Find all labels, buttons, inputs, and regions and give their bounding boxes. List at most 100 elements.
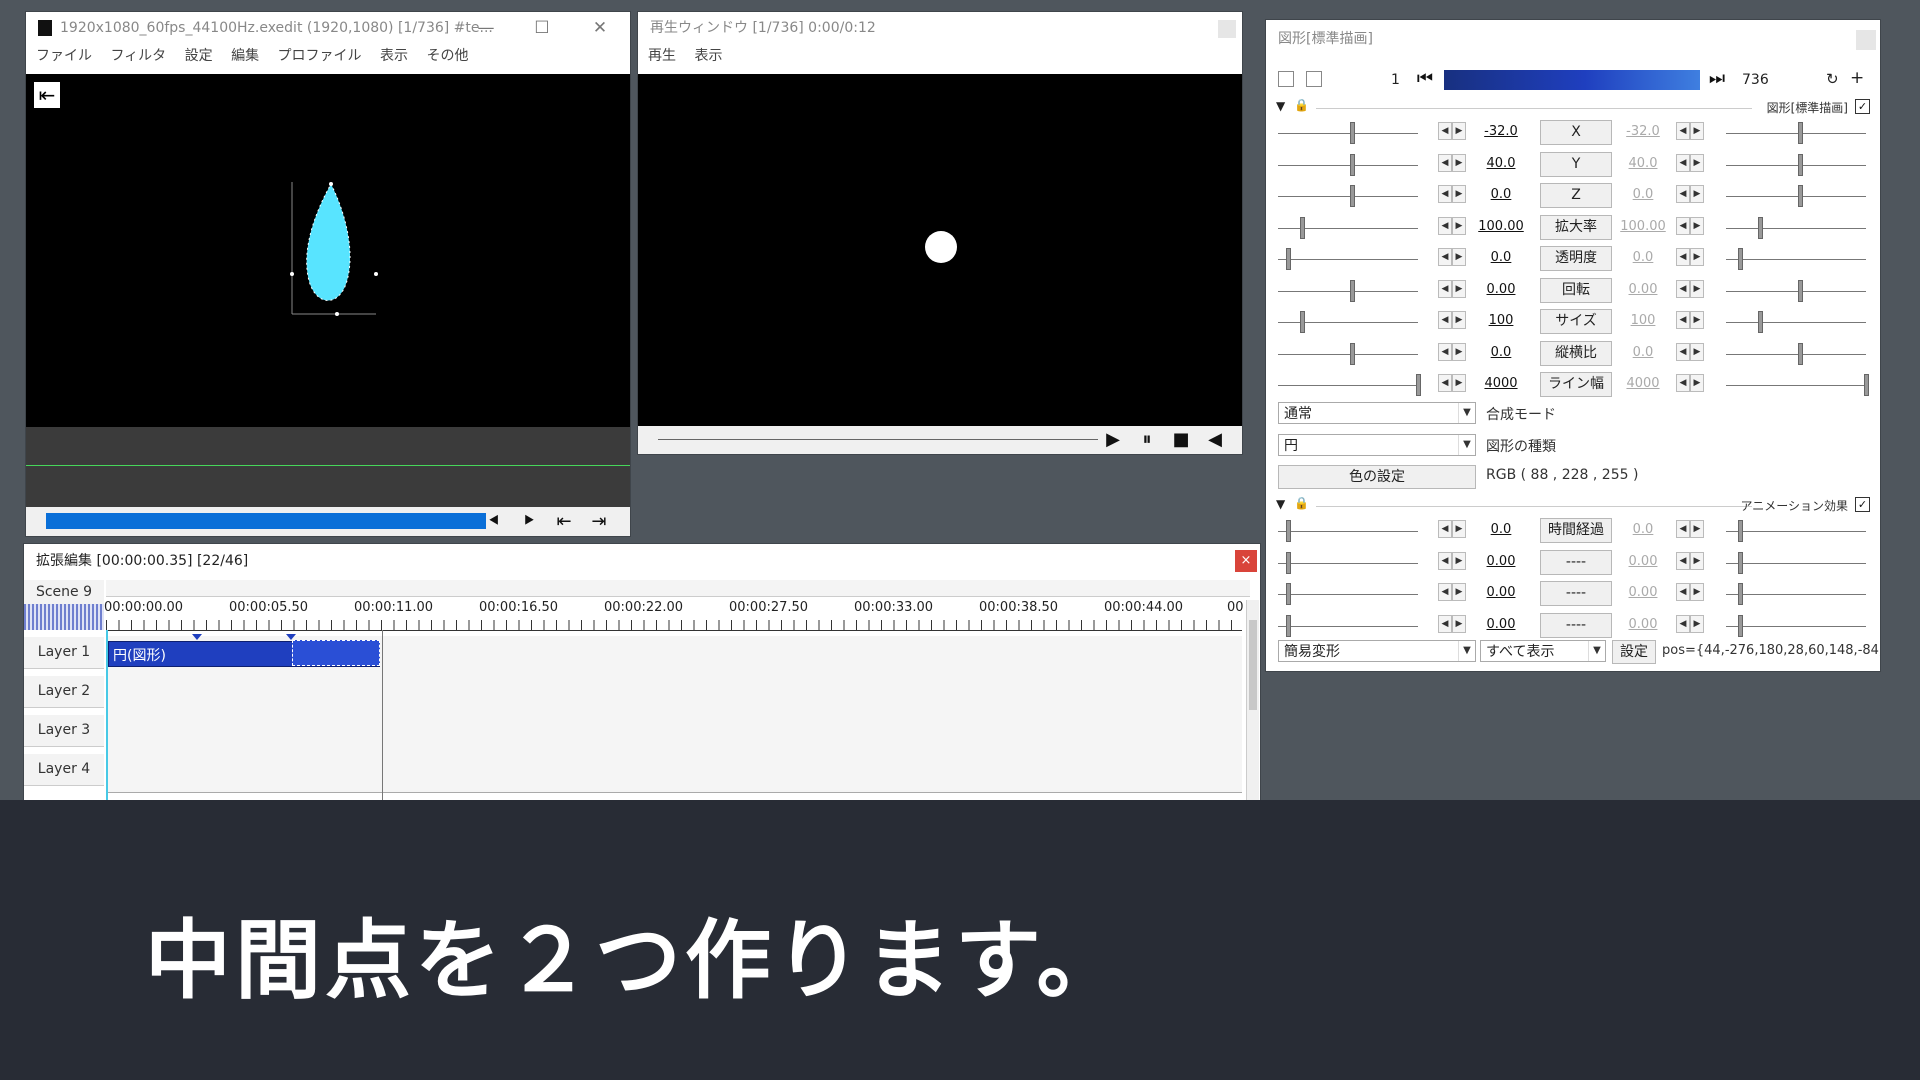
end-value[interactable]: 0.00	[1618, 282, 1668, 297]
left-stepper[interactable]: ◀ ▶	[1438, 248, 1466, 266]
left-arrow-icon[interactable]: ◀	[1676, 279, 1690, 298]
left-slider-track[interactable]	[1278, 322, 1418, 323]
menu-other[interactable]: その他	[426, 48, 468, 64]
left-arrow-icon[interactable]: ◀	[1438, 551, 1452, 570]
left-arrow-icon[interactable]: ◀	[1438, 122, 1452, 140]
left-arrow-icon[interactable]: ◀	[1438, 374, 1452, 392]
end-value[interactable]: 0.00	[1618, 554, 1668, 569]
param-label-button[interactable]: 拡大率	[1540, 214, 1612, 240]
left-arrow-icon[interactable]: ◀	[1438, 153, 1452, 172]
timeline-close-button[interactable]: ×	[1235, 550, 1257, 572]
param-label-button[interactable]: ライン幅	[1540, 372, 1612, 397]
left-slider-track[interactable]	[1278, 353, 1418, 355]
right-slider-knob[interactable]	[1738, 520, 1743, 542]
right-slider-track[interactable]	[1726, 625, 1866, 627]
right-slider-track[interactable]	[1726, 196, 1866, 197]
anim-settings-button[interactable]: 設定	[1612, 640, 1656, 664]
left-slider-track[interactable]	[1278, 164, 1418, 166]
left-arrow-icon[interactable]: ◀	[1438, 342, 1452, 361]
left-slider-knob[interactable]	[1350, 122, 1355, 144]
menu-profile[interactable]: プロファイル	[278, 48, 362, 64]
right-slider-track[interactable]	[1726, 290, 1866, 292]
keyframe-marker-2[interactable]	[286, 634, 296, 640]
layer-4-track[interactable]	[106, 753, 1242, 793]
left-slider-knob[interactable]	[1286, 583, 1291, 605]
collapse-arrow-icon[interactable]: ▼	[1276, 497, 1285, 511]
layer-2-track[interactable]	[106, 675, 1242, 715]
right-arrow-icon[interactable]: ▶	[1690, 185, 1704, 203]
timeline-vscroll[interactable]	[1246, 600, 1259, 800]
right-slider-track[interactable]	[1726, 531, 1866, 532]
start-value[interactable]: 0.0	[1476, 250, 1526, 265]
left-arrow-icon[interactable]: ◀	[1676, 185, 1690, 203]
start-value[interactable]: -32.0	[1476, 124, 1526, 139]
main-progress-bar[interactable]	[46, 513, 486, 529]
right-arrow-icon[interactable]: ▶	[1690, 279, 1704, 298]
right-slider-knob[interactable]	[1738, 583, 1743, 605]
go-start-button[interactable]: ⇤	[549, 507, 579, 536]
close-button[interactable]: ✕	[572, 12, 628, 44]
props-close-button[interactable]	[1856, 30, 1876, 50]
left-stepper[interactable]: ◀ ▶	[1438, 614, 1466, 633]
start-value[interactable]: 4000	[1476, 376, 1526, 391]
right-slider-track[interactable]	[1726, 594, 1866, 595]
right-arrow-icon[interactable]: ▶	[1690, 614, 1704, 633]
left-slider-track[interactable]	[1278, 196, 1418, 197]
end-value[interactable]: 0.0	[1618, 187, 1668, 202]
left-arrow-icon[interactable]: ◀	[1438, 185, 1452, 203]
left-slider-knob[interactable]	[1286, 551, 1291, 574]
left-arrow-icon[interactable]: ◀	[1676, 311, 1690, 329]
param-label-button[interactable]: サイズ	[1540, 309, 1612, 334]
layer-3-header[interactable]: Layer 3	[24, 715, 104, 747]
left-stepper[interactable]: ◀ ▶	[1438, 551, 1466, 570]
left-arrow-icon[interactable]: ◀	[1676, 122, 1690, 140]
end-value[interactable]: -32.0	[1618, 124, 1668, 139]
start-value[interactable]: 0.00	[1476, 282, 1526, 297]
left-arrow-icon[interactable]: ◀	[1676, 248, 1690, 266]
layer-3-track[interactable]	[106, 714, 1242, 754]
right-arrow-icon[interactable]: ▶	[1690, 583, 1704, 601]
left-arrow-icon[interactable]: ◀	[1676, 342, 1690, 361]
left-stepper[interactable]: ◀ ▶	[1438, 583, 1466, 601]
left-slider-track[interactable]	[1278, 259, 1418, 260]
right-stepper[interactable]: ◀ ▶	[1676, 248, 1704, 266]
scene-selector[interactable]: Scene 9	[24, 580, 104, 605]
right-slider-track[interactable]	[1726, 227, 1866, 229]
right-arrow-icon[interactable]: ▶	[1452, 520, 1466, 538]
play-button[interactable]: ▶	[1098, 425, 1128, 454]
frame-next-button[interactable]: ⏭	[1702, 64, 1732, 94]
left-slider-track[interactable]	[1278, 227, 1418, 229]
left-slider-track[interactable]	[1278, 290, 1418, 292]
left-arrow-icon[interactable]: ◀	[1438, 216, 1452, 235]
left-stepper[interactable]: ◀ ▶	[1438, 279, 1466, 298]
left-slider-knob[interactable]	[1300, 216, 1305, 239]
maximize-button[interactable]: ☐	[514, 12, 570, 44]
left-slider-track[interactable]	[1278, 625, 1418, 627]
left-arrow-icon[interactable]: ◀	[1676, 551, 1690, 570]
right-arrow-icon[interactable]: ▶	[1690, 122, 1704, 140]
right-arrow-icon[interactable]: ▶	[1690, 342, 1704, 361]
param-label-button[interactable]: 透明度	[1540, 246, 1612, 271]
layer-2-header[interactable]: Layer 2	[24, 676, 104, 708]
start-value[interactable]: 0.0	[1476, 187, 1526, 202]
right-arrow-icon[interactable]: ▶	[1690, 551, 1704, 570]
right-arrow-icon[interactable]: ▶	[1452, 279, 1466, 298]
right-slider-track[interactable]	[1726, 133, 1866, 134]
lock-icon[interactable]: 🔒	[1294, 496, 1309, 510]
blend-mode-select[interactable]: 通常 ▼	[1278, 402, 1476, 424]
start-value[interactable]: 0.00	[1476, 554, 1526, 569]
menu-filter[interactable]: フィルタ	[110, 48, 166, 64]
param-label-button[interactable]: 回転	[1540, 277, 1612, 303]
left-stepper[interactable]: ◀ ▶	[1438, 122, 1466, 140]
right-arrow-icon[interactable]: ▶	[1452, 342, 1466, 361]
start-value[interactable]: 0.00	[1476, 617, 1526, 632]
layer-view-icon[interactable]	[1306, 71, 1322, 87]
right-slider-track[interactable]	[1726, 353, 1866, 355]
right-stepper[interactable]: ◀ ▶	[1676, 153, 1704, 172]
left-arrow-icon[interactable]: ◀	[1676, 614, 1690, 633]
param-label-button[interactable]: 時間経過	[1540, 518, 1612, 543]
right-arrow-icon[interactable]: ▶	[1690, 311, 1704, 329]
right-stepper[interactable]: ◀ ▶	[1676, 122, 1704, 140]
add-filter-icon[interactable]: +	[1850, 68, 1864, 88]
right-arrow-icon[interactable]: ▶	[1690, 520, 1704, 538]
